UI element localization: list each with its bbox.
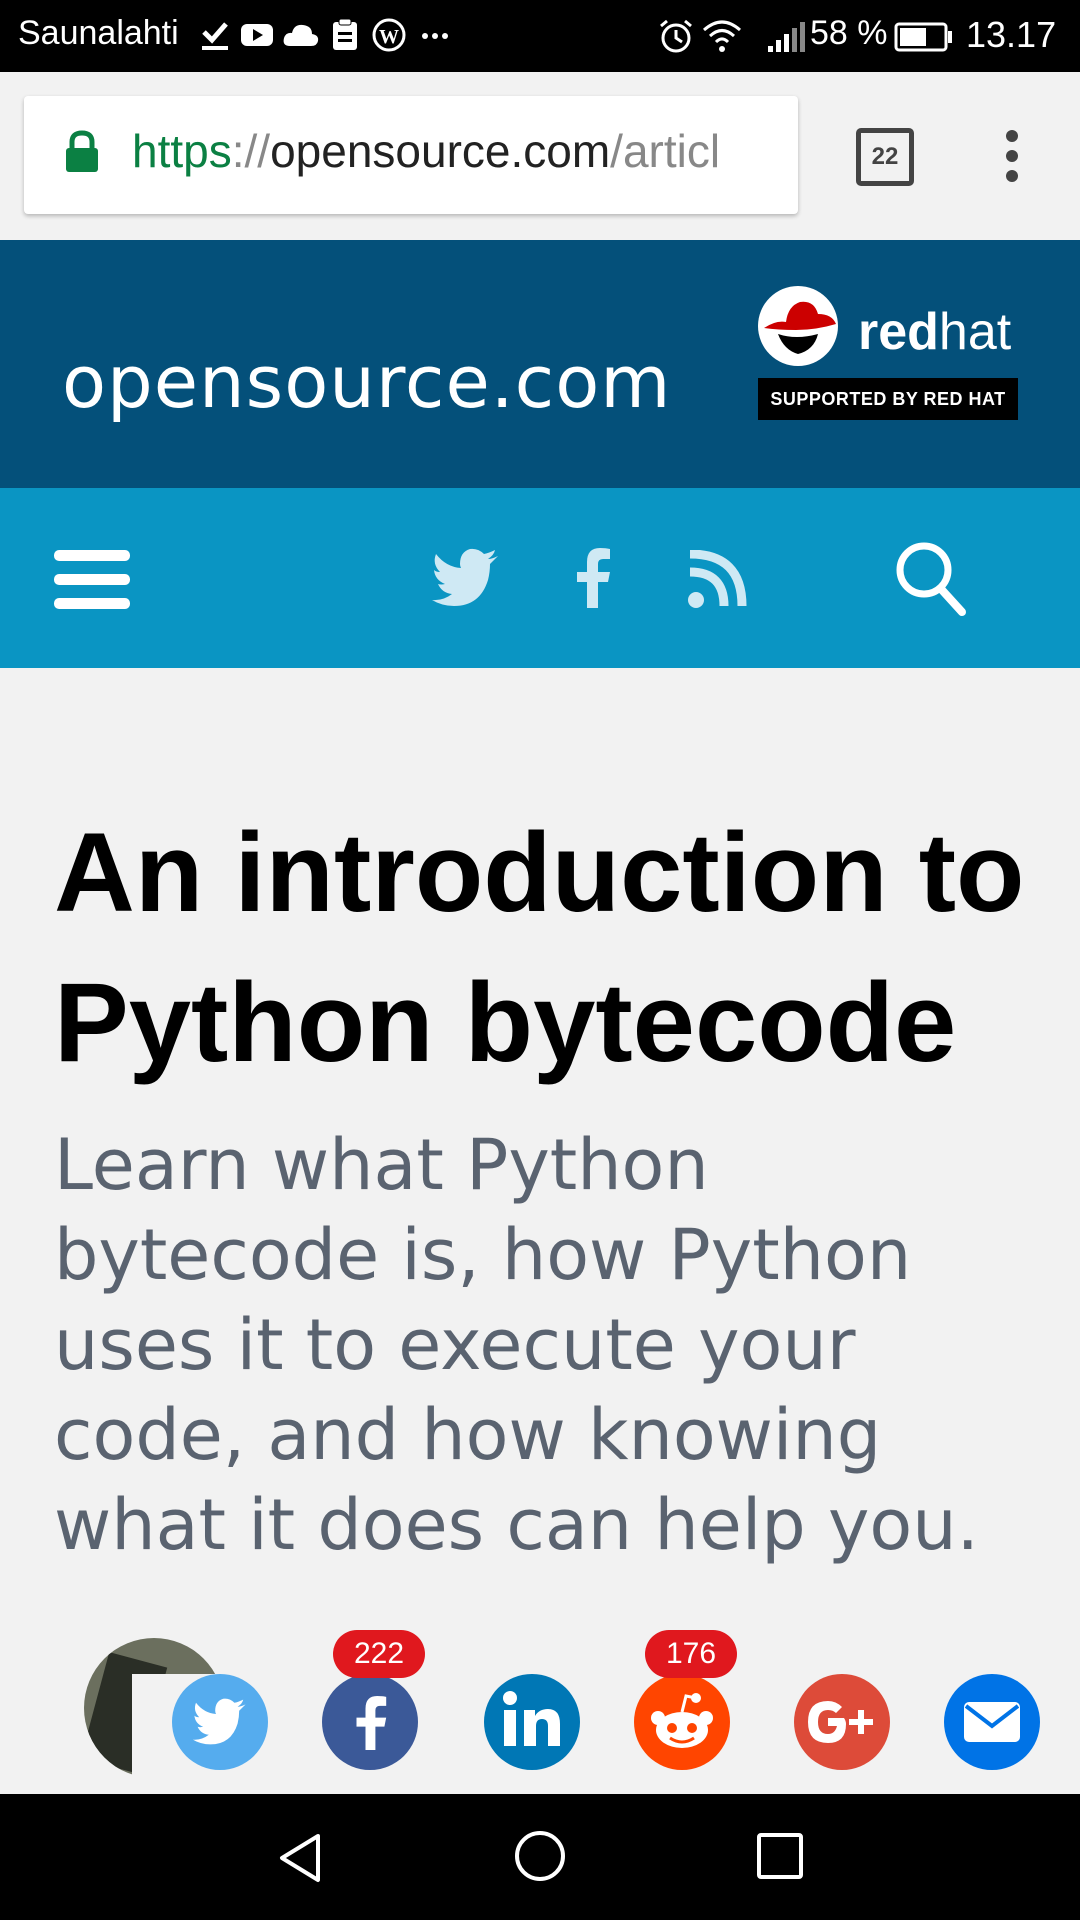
- clipboard-icon: [330, 18, 360, 56]
- facebook-share-count: 222: [333, 1630, 425, 1678]
- svg-text:W: W: [379, 26, 399, 48]
- share-linkedin-button[interactable]: [484, 1674, 580, 1770]
- url-path: /articl: [610, 125, 721, 177]
- reddit-icon: [648, 1690, 716, 1758]
- clock: 13.17: [966, 14, 1057, 55]
- lock-icon: [64, 130, 100, 178]
- linkedin-icon: [500, 1688, 564, 1756]
- home-icon[interactable]: [514, 1830, 566, 1886]
- share-facebook-button[interactable]: [322, 1674, 418, 1770]
- more-notifications-icon: [420, 18, 450, 56]
- url-scheme: https: [132, 125, 232, 177]
- twitter-icon: [192, 1698, 248, 1750]
- overflow-menu-icon[interactable]: [1000, 128, 1024, 188]
- site-logo[interactable]: opensource.com: [62, 340, 671, 424]
- address-bar[interactable]: https://opensource.com/articl: [24, 96, 798, 214]
- checkmark-icon: [200, 18, 230, 56]
- share-reddit-button[interactable]: [634, 1674, 730, 1770]
- sponsor-badge[interactable]: SUPPORTED BY RED HAT: [758, 378, 1018, 420]
- site-nav-bar: [0, 488, 1080, 668]
- recents-icon[interactable]: [756, 1832, 804, 1884]
- url-text[interactable]: https://opensource.com/articl: [132, 124, 782, 184]
- carrier-name: Saunalahti: [18, 14, 179, 52]
- reddit-share-count: 176: [645, 1630, 737, 1678]
- email-icon: [962, 1700, 1022, 1748]
- article-title: An introduction to Python bytecode: [54, 810, 1025, 1085]
- google-plus-icon: [806, 1696, 878, 1752]
- rss-icon[interactable]: [688, 549, 748, 612]
- hamburger-menu-icon[interactable]: [54, 548, 130, 616]
- share-twitter-button[interactable]: [172, 1674, 268, 1770]
- search-icon[interactable]: [894, 540, 968, 622]
- alarm-icon: [658, 18, 694, 58]
- facebook-icon[interactable]: [572, 548, 612, 612]
- share-email-button[interactable]: [944, 1674, 1040, 1770]
- redhat-word-bold: red: [858, 303, 939, 361]
- wifi-icon: [702, 18, 742, 58]
- share-bar: 222 176: [80, 1630, 1080, 1794]
- article-lede: Learn what Python bytecode is, how Pytho…: [54, 1124, 979, 1566]
- redhat-word-light: hat: [938, 303, 1012, 361]
- tab-switcher-button[interactable]: 22: [856, 128, 914, 186]
- battery-percent: 58 %: [810, 14, 888, 52]
- url-separator: ://: [231, 125, 271, 177]
- site-header: opensource.com redhat SUPPORTED BY RED H…: [0, 240, 1080, 488]
- browser-toolbar: https://opensource.com/articl 22: [0, 72, 1080, 240]
- url-host: opensource.com: [270, 125, 611, 177]
- signal-icon: [766, 18, 806, 58]
- redhat-shadowman-icon: [756, 284, 840, 372]
- battery-icon: [894, 18, 954, 58]
- android-nav-bar: [0, 1794, 1080, 1920]
- facebook-icon: [352, 1692, 388, 1758]
- cloud-icon: [282, 18, 320, 56]
- back-icon[interactable]: [276, 1832, 324, 1888]
- share-googleplus-button[interactable]: [794, 1674, 890, 1770]
- wordpress-icon: W: [372, 18, 406, 56]
- status-bar: Saunalahti W 58 % 13.17: [0, 0, 1080, 72]
- redhat-wordmark: redhat: [858, 302, 1011, 362]
- twitter-icon[interactable]: [432, 548, 500, 612]
- youtube-icon: [240, 18, 274, 56]
